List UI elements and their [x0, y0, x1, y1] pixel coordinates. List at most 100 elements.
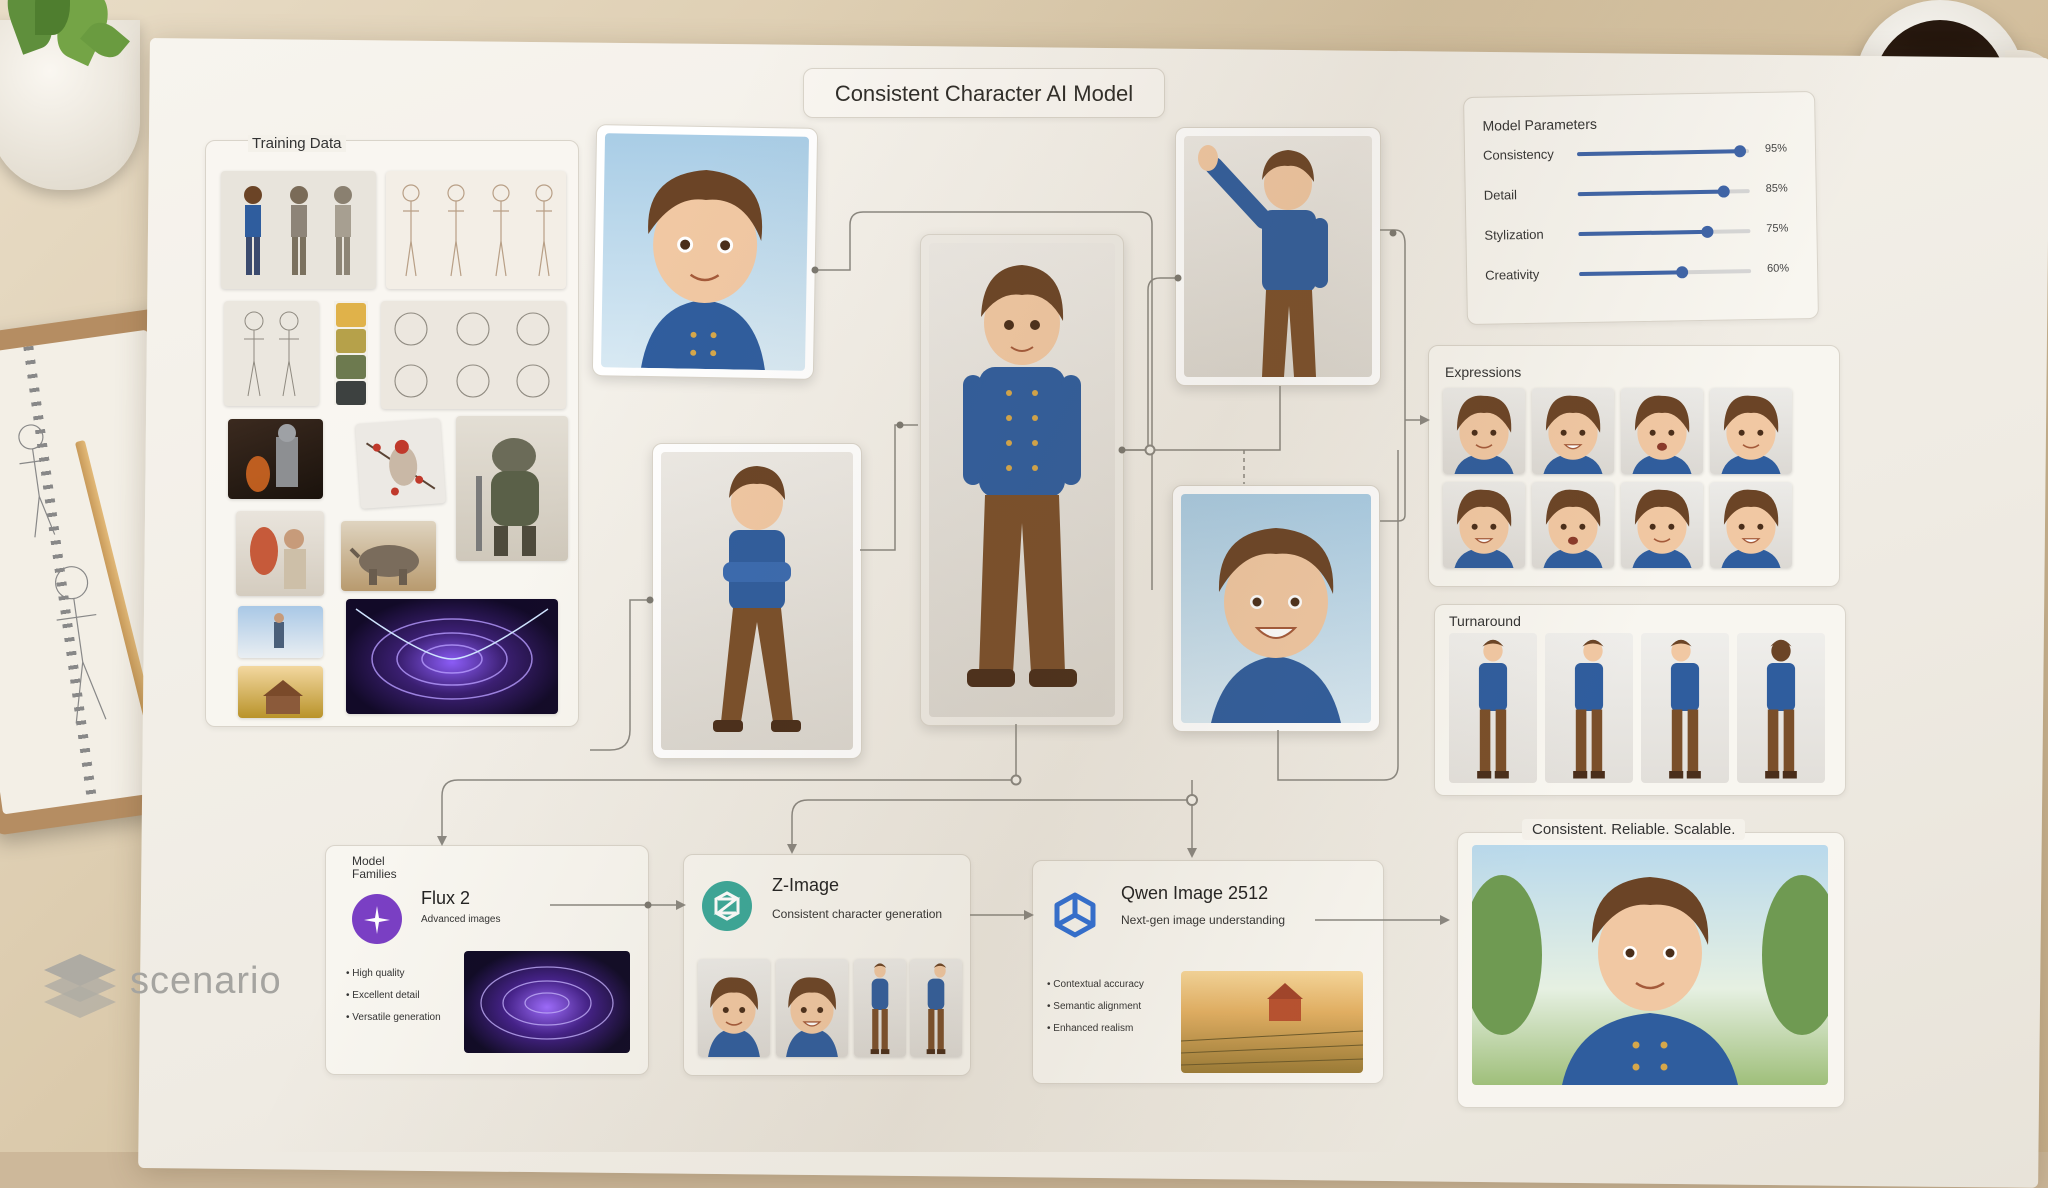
bullet-text: Excellent detail [352, 990, 420, 1001]
character-portrait [640, 170, 765, 371]
turnaround-view [1449, 633, 1537, 783]
param-slider-stylization[interactable] [1578, 225, 1751, 238]
bullet-text: Semantic alignment [1053, 1001, 1142, 1012]
training-thumb-character-painting [236, 511, 324, 596]
z-image-sample [698, 959, 770, 1057]
z-image-sample [910, 959, 962, 1057]
param-label-creativity: Creativity [1485, 266, 1540, 283]
expression-thumb [1621, 482, 1703, 568]
expression-thumb [1710, 388, 1792, 474]
palette-swatch [336, 355, 366, 379]
expression-thumb [1532, 388, 1614, 474]
expression-thumb [1710, 482, 1792, 568]
qwen-sample-barn [1181, 971, 1363, 1073]
param-value-creativity: 60% [1766, 262, 1790, 275]
training-thumb-sketch-lineup [386, 171, 566, 289]
training-thumb-pencil-sketch [224, 301, 319, 406]
pose-card-waving [1175, 127, 1381, 386]
training-thumb-sci-fi-tunnel [346, 599, 558, 714]
bullet-text: Versatile generation [352, 1012, 441, 1023]
z-image-panel: Z-Image Consistent character generation [683, 854, 971, 1076]
training-thumb-barn [238, 666, 323, 718]
model-families-title-line2: Families [352, 867, 397, 881]
slider-fill [1577, 189, 1724, 197]
z-image-sample [776, 959, 848, 1057]
bullet-item: • Enhanced realism [1047, 1023, 1133, 1034]
bullet-text: High quality [352, 968, 405, 979]
bullet-item: • High quality [346, 968, 405, 979]
qwen-image-panel: Qwen Image 2512 Next-gen image understan… [1032, 860, 1384, 1084]
turnaround-view [1545, 633, 1633, 783]
result-panel: Consistent. Reliable. Scalable. [1457, 819, 1845, 1108]
turnaround-view [1641, 633, 1729, 783]
result-banner: Consistent. Reliable. Scalable. [1522, 819, 1746, 840]
potted-plant [0, 0, 155, 195]
color-palette [334, 301, 368, 405]
flux-name: Flux 2 [421, 888, 471, 908]
expression-thumb [1621, 388, 1703, 474]
training-data-panel: Training Data [205, 135, 579, 727]
param-value-consistency: 95% [1764, 142, 1788, 155]
character-hero [963, 265, 1081, 687]
expression-thumb [1443, 482, 1525, 568]
param-label-stylization: Stylization [1484, 226, 1544, 243]
slider-knob[interactable] [1701, 225, 1714, 238]
qwen-subtitle: Next-gen image understanding [1121, 913, 1286, 927]
qwen-icon [1049, 889, 1101, 941]
model-families-title-line1: Model [352, 854, 385, 868]
z-image-subtitle: Consistent character generation [772, 907, 943, 921]
bullet-text: Contextual accuracy [1053, 979, 1144, 990]
param-slider-creativity[interactable] [1579, 266, 1752, 279]
palette-swatch [336, 329, 366, 353]
bullet-item: • Versatile generation [346, 1012, 441, 1023]
model-parameters-title: Model Parameters [1482, 115, 1598, 134]
portrait-card-closeup [591, 124, 819, 380]
character-crossed-arms [713, 466, 801, 732]
qwen-name: Qwen Image 2512 [1121, 883, 1269, 903]
z-image-icon [702, 881, 752, 931]
slider-fill [1579, 270, 1683, 277]
z-image-name: Z-Image [772, 875, 840, 895]
flux-sample-tunnel [464, 951, 630, 1053]
training-thumb-face-sketches [381, 301, 566, 409]
scenario-logo: scenario [40, 950, 290, 1020]
training-thumb-winter-scene [238, 606, 323, 658]
bullet-item: • Contextual accuracy [1047, 979, 1144, 990]
page-title-box: Consistent Character AI Model [803, 68, 1165, 118]
scenario-wordmark: scenario [130, 960, 282, 1002]
z-image-sample [854, 959, 906, 1057]
palette-swatch [336, 303, 366, 327]
model-parameters-panel: Model Parameters Consistency 95% Detail 85%… [1463, 90, 1819, 326]
hero-card-center [920, 234, 1124, 726]
flux-subtitle: Advanced images [421, 914, 501, 925]
expression-thumb [1532, 482, 1614, 568]
bullet-item: • Semantic alignment [1047, 1001, 1141, 1012]
turnaround-view [1737, 633, 1825, 783]
slider-knob[interactable] [1717, 185, 1731, 198]
character-smiling [1211, 528, 1341, 723]
training-thumb-rhino-warrior [456, 416, 568, 561]
flux-icon [352, 894, 402, 944]
slider-fill [1578, 229, 1708, 237]
training-thumb-bird [355, 418, 446, 509]
pose-card-crossed-arms [652, 443, 862, 759]
bullet-item: • Excellent detail [346, 990, 420, 1001]
expression-thumb [1443, 388, 1525, 474]
scenario-logo-icon [44, 954, 116, 1018]
turnaround-panel: Turnaround [1434, 604, 1846, 796]
result-image [1472, 845, 1828, 1085]
param-label-consistency: Consistency [1482, 146, 1554, 163]
param-value-stylization: 75% [1766, 222, 1789, 235]
expressions-panel: Expressions [1428, 345, 1840, 587]
slider-knob[interactable] [1676, 266, 1689, 279]
slider-fill [1577, 149, 1741, 157]
param-slider-consistency[interactable] [1577, 145, 1750, 158]
training-thumb-lineup [221, 171, 376, 289]
param-label-detail: Detail [1483, 187, 1518, 203]
training-data-title: Training Data [248, 135, 346, 152]
slider-knob[interactable] [1734, 145, 1747, 158]
param-value-detail: 85% [1765, 182, 1788, 195]
training-thumb-knight [228, 419, 323, 499]
param-slider-detail[interactable] [1577, 185, 1750, 198]
portrait-card-smiling [1172, 485, 1380, 732]
